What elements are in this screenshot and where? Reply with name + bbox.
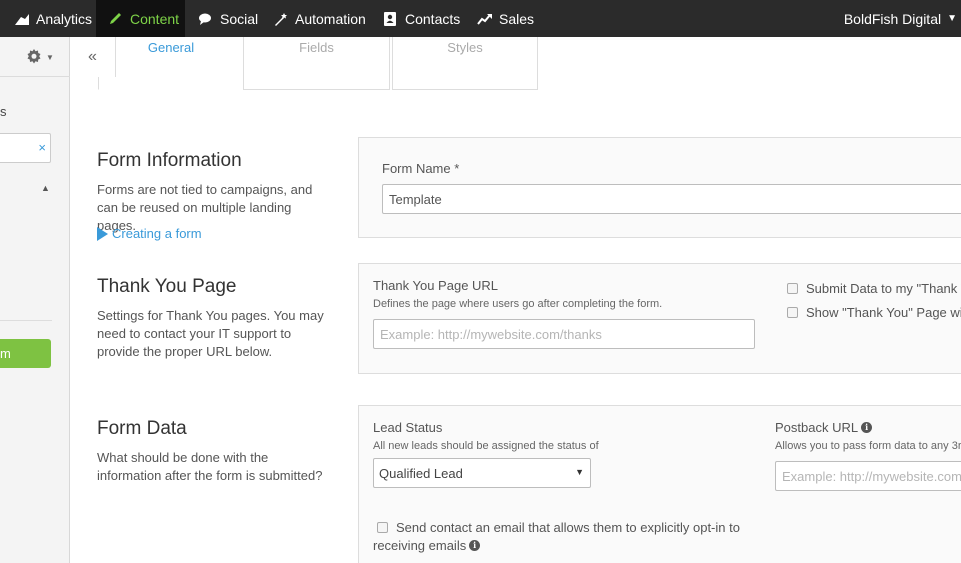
creating-a-form-link[interactable]: Creating a form [97,226,202,241]
contact-card-icon [383,11,399,26]
postback-url-label: Postback URL [775,420,859,435]
postback-url-label-row: Postback URL i [775,420,873,435]
nav-automation-label: Automation [295,10,366,27]
nav-social[interactable]: Social [198,0,258,37]
trend-line-icon [477,12,493,26]
chat-bubble-icon [198,12,214,26]
nav-contacts-label: Contacts [405,10,461,27]
form-information-panel: Form Name * [358,137,961,238]
nav-social-label: Social [220,10,259,27]
tab-styles[interactable]: Styles [392,37,538,90]
show-thank-you-checkbox-row[interactable]: Show "Thank You" Page with [787,305,961,320]
sidebar-divider [0,320,52,321]
show-thank-you-checkbox[interactable] [787,307,798,318]
thank-you-page-panel: Thank You Page URL Defines the page wher… [358,263,961,374]
chevron-up-icon[interactable]: ▲ [41,183,50,193]
submit-data-checkbox-row[interactable]: Submit Data to my "Thank Yo [787,281,961,296]
form-data-title: Form Data [97,418,187,439]
optin-email-checkbox-row[interactable]: Send contact an email that allows them t… [377,520,740,535]
gear-icon [27,49,41,64]
lead-status-help: All new leads should be assigned the sta… [373,440,599,452]
chevron-down-icon: ▼ [947,13,957,24]
bar-chart-icon [14,12,30,26]
play-icon [97,226,108,241]
magic-wand-icon [273,12,289,26]
account-menu[interactable]: BoldFish Digital ▼ [844,0,961,37]
thank-you-page-description: Settings for Thank You pages. You may ne… [97,308,324,359]
nav-content-label: Content [130,10,180,27]
nav-sales[interactable]: Sales [477,0,534,37]
form-information-title: Form Information [97,150,242,171]
nav-content[interactable]: Content [96,0,185,37]
sidebar-search-input[interactable]: × [0,133,51,163]
tab-general[interactable]: General [98,37,244,90]
lead-status-label: Lead Status [373,420,443,435]
top-navigation: Analytics Content Social Automation Cont… [0,0,961,37]
nav-contacts[interactable]: Contacts [383,0,460,37]
collapse-sidebar-button[interactable]: « [70,37,116,77]
nav-automation[interactable]: Automation [273,0,366,37]
tab-fields[interactable]: Fields [243,37,390,90]
lead-status-select[interactable]: Qualified Lead ▼ [373,458,591,488]
thank-you-url-label: Thank You Page URL [373,278,499,293]
optin-email-label-line2: receiving emails i [373,538,481,553]
thank-you-url-help: Defines the page where users go after co… [373,298,663,310]
form-name-input[interactable] [382,184,961,214]
dropdown-arrow-icon: ▼ [575,467,584,477]
submit-data-checkbox[interactable] [787,283,798,294]
thank-you-url-input[interactable] [373,319,755,349]
sidebar-heading-partial: s [0,104,7,119]
settings-dropdown[interactable]: ▼ [26,49,58,67]
info-icon[interactable]: i [469,540,481,551]
left-sidebar: ▼ s × ▲ m [0,37,70,563]
postback-url-help: Allows you to pass form data to any 3rd [775,440,961,452]
postback-url-input[interactable] [775,461,961,491]
account-name: BoldFish Digital [843,10,942,27]
form-data-panel: Lead Status All new leads should be assi… [358,405,961,563]
new-form-button[interactable]: m [0,339,51,368]
optin-email-checkbox[interactable] [377,522,388,533]
form-data-description: What should be done with the information… [97,450,323,483]
info-icon[interactable]: i [861,422,873,433]
nav-sales-label: Sales [499,10,535,27]
double-chevron-left-icon: « [88,48,97,65]
chevron-down-icon: ▼ [46,53,54,62]
form-tabs: General Fields Styles [70,37,961,92]
form-name-label: Form Name * [382,161,460,176]
thank-you-page-title: Thank You Page [97,276,237,297]
sidebar-toolbar: ▼ [0,37,70,77]
pencil-icon [108,12,124,26]
nav-analytics-label: Analytics [36,10,93,27]
clear-search-icon[interactable]: × [38,140,46,155]
nav-analytics[interactable]: Analytics [14,0,92,37]
